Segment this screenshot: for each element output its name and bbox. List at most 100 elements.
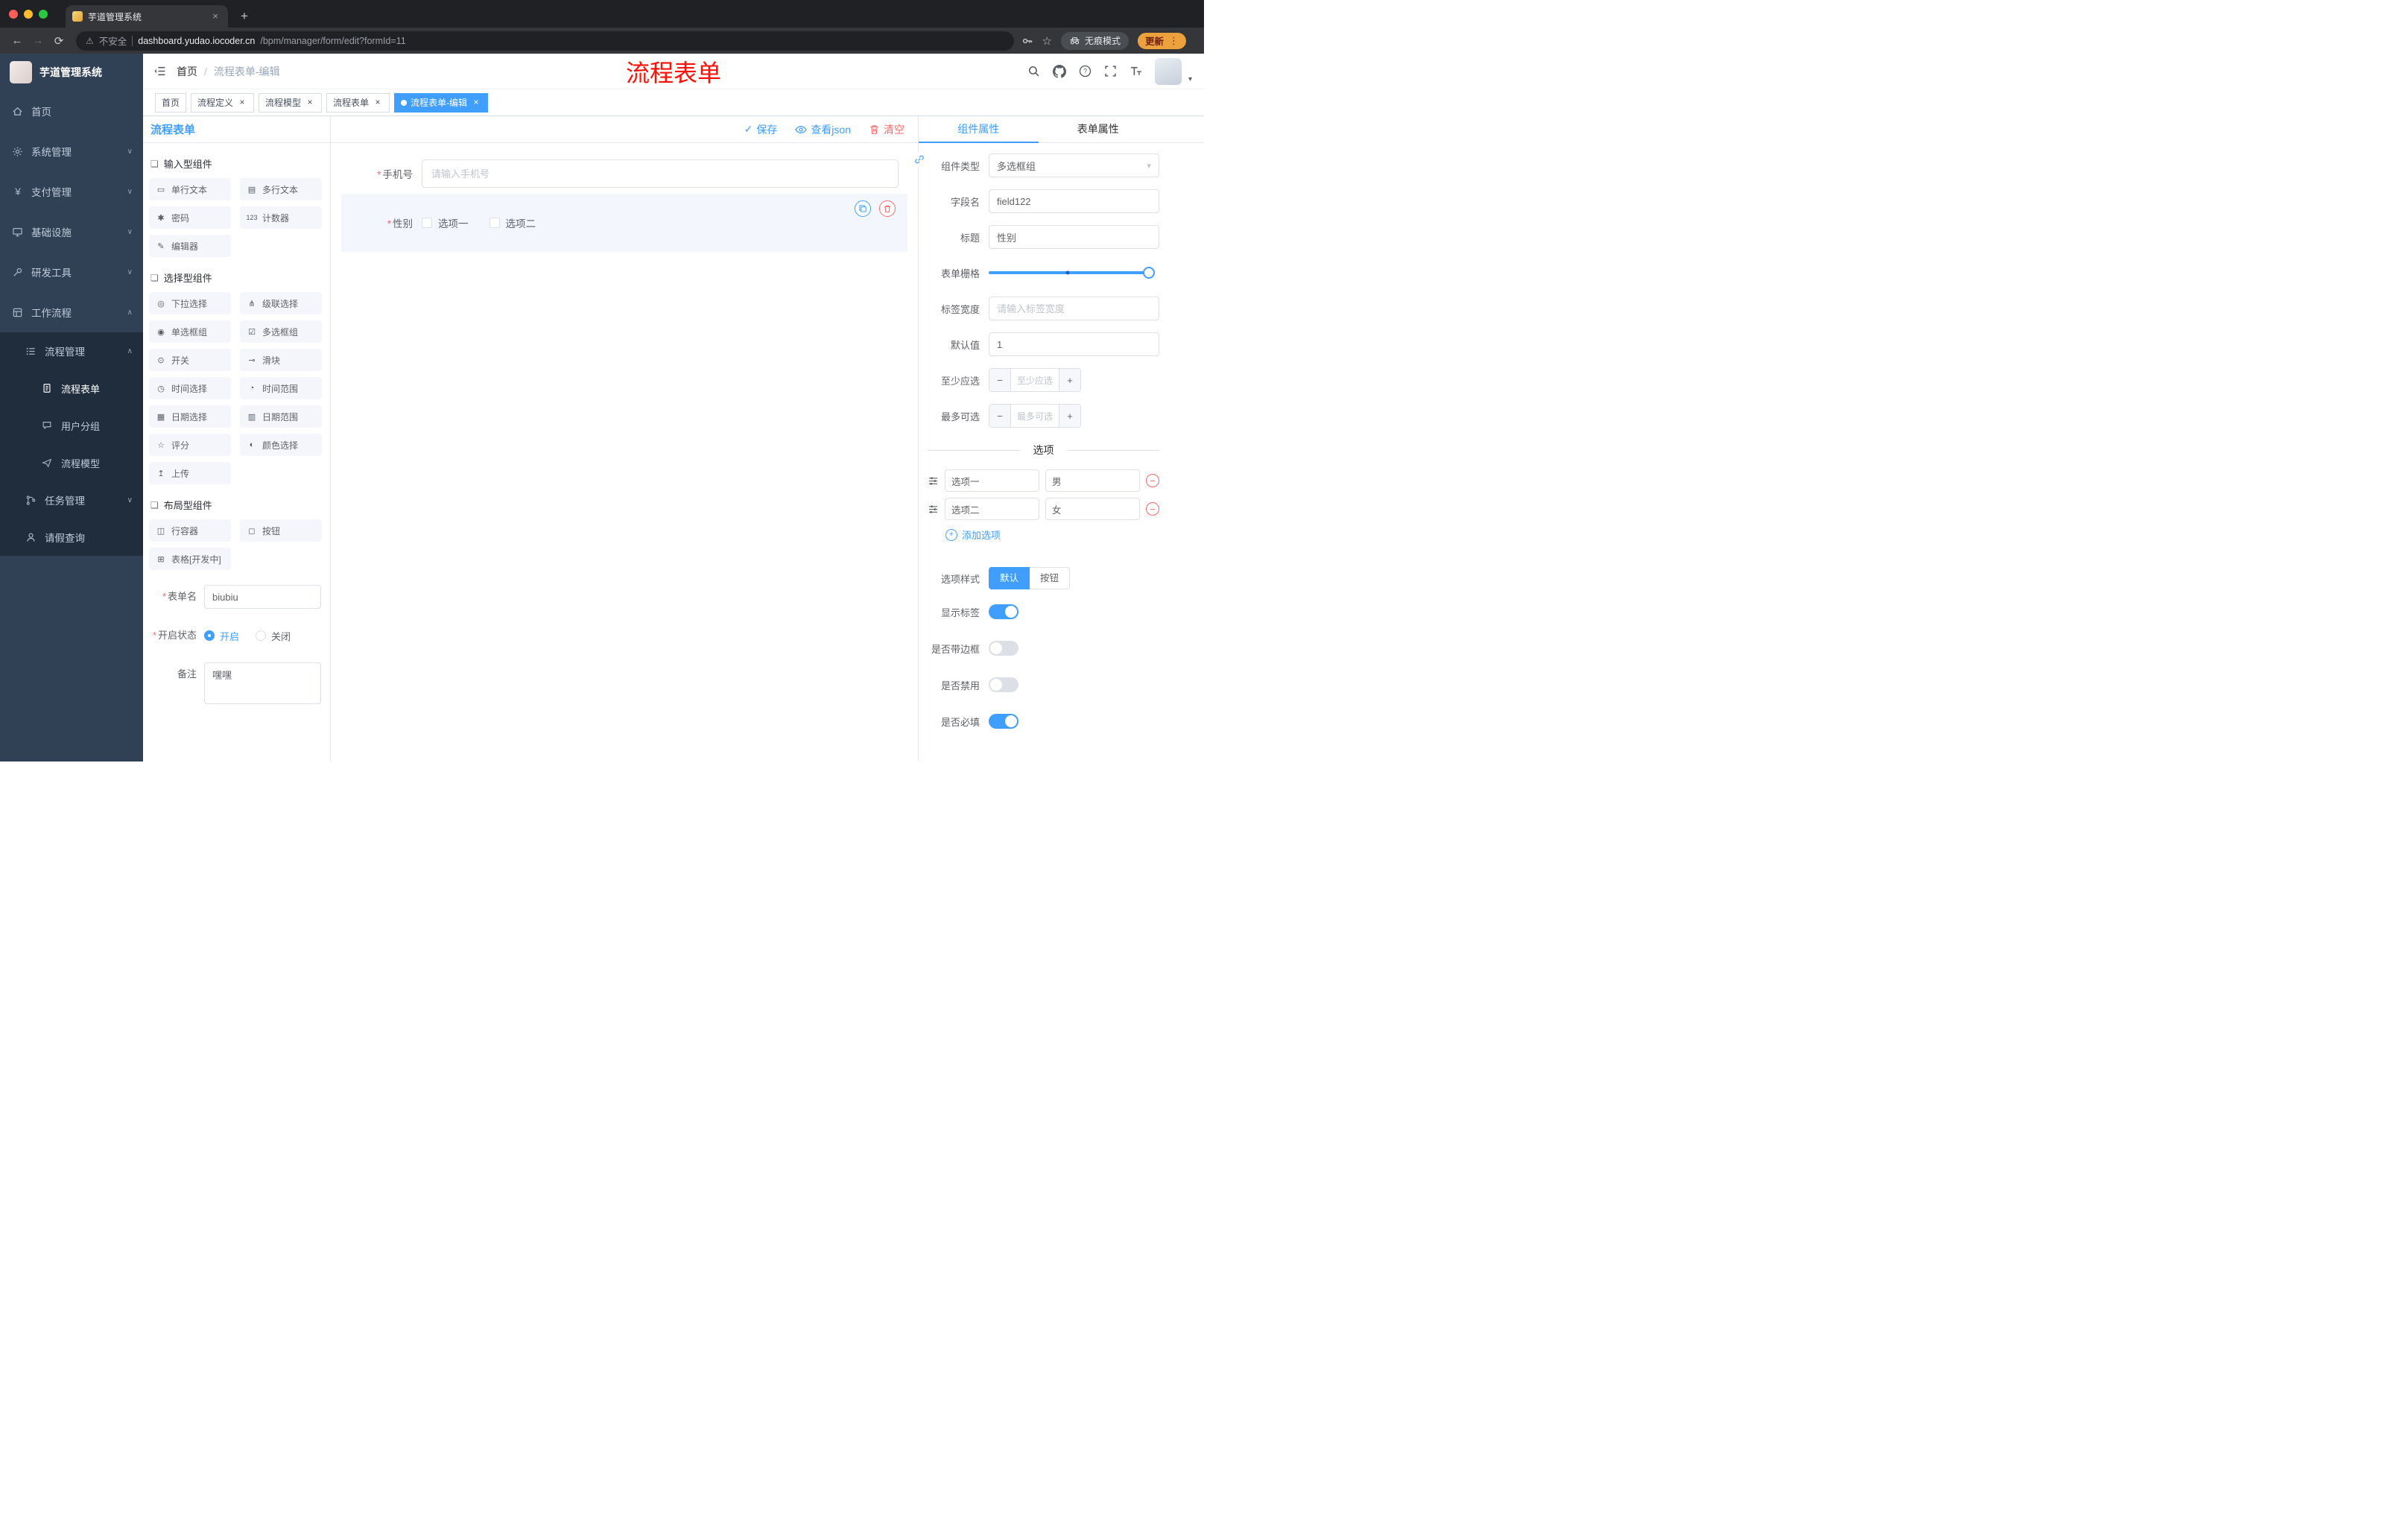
component-switch[interactable]: ⊙ 开关 (149, 349, 231, 371)
option-2-value-input[interactable] (1045, 498, 1140, 520)
sidebar-item-devtools[interactable]: 研发工具 ∨ (0, 252, 143, 292)
close-icon[interactable]: × (305, 97, 315, 108)
component-editor[interactable]: ✎ 编辑器 (149, 235, 231, 257)
close-icon[interactable]: × (373, 97, 383, 108)
drag-handle-icon[interactable] (928, 475, 939, 487)
field-phone-input[interactable] (422, 159, 899, 188)
component-multi-line-text[interactable]: ▤ 多行文本 (240, 178, 322, 200)
component-checkbox-group[interactable]: ☑ 多选框组 (240, 320, 322, 343)
component-upload[interactable]: ↥ 上传 (149, 462, 231, 484)
clear-button[interactable]: 清空 (869, 122, 904, 137)
option-style-button-button[interactable]: 按钮 (1030, 567, 1071, 589)
link-icon[interactable] (912, 152, 927, 167)
disabled-switch[interactable] (989, 677, 1018, 692)
sidebar-item-workflow[interactable]: 工作流程 ∧ (0, 292, 143, 332)
gender-option-1-checkbox[interactable]: 选项一 (422, 215, 469, 230)
breadcrumb-home[interactable]: 首页 (177, 64, 197, 79)
help-icon[interactable]: ? (1079, 65, 1091, 77)
not-secure-warning-icon[interactable]: ⚠ (86, 36, 94, 46)
sidebar-item-system[interactable]: 系统管理 ∨ (0, 131, 143, 171)
tag-process-form-edit[interactable]: 流程表单-编辑 × (394, 92, 489, 113)
status-on-radio[interactable]: 开启 (204, 629, 239, 643)
browser-menu-icon[interactable]: ⋮ (1169, 35, 1179, 47)
delete-field-button[interactable] (879, 200, 896, 217)
add-option-button[interactable]: + 添加选项 (945, 528, 1159, 542)
sidebar-item-process-form[interactable]: 流程表单 (0, 370, 143, 407)
sidebar-item-process-management[interactable]: 流程管理 ∧ (0, 332, 143, 370)
fullscreen-icon[interactable] (1104, 65, 1117, 77)
sidebar-item-payment[interactable]: ¥ 支付管理 ∨ (0, 171, 143, 212)
close-window-button[interactable] (9, 9, 18, 19)
component-single-line-text[interactable]: ▭ 单行文本 (149, 178, 231, 200)
component-rate[interactable]: ☆ 评分 (149, 434, 231, 456)
required-switch[interactable] (989, 714, 1018, 729)
field-gender[interactable]: * 性别 选项一 选项二 (341, 194, 907, 252)
show-label-switch[interactable] (989, 604, 1018, 619)
option-1-value-input[interactable] (1045, 469, 1140, 492)
component-time-picker[interactable]: ◷ 时间选择 (149, 377, 231, 399)
font-size-icon[interactable] (1129, 65, 1142, 77)
bookmark-star-icon[interactable]: ☆ (1042, 34, 1052, 48)
status-off-radio[interactable]: 关闭 (256, 629, 291, 643)
component-table[interactable]: ⊞ 表格[开发中] (149, 548, 231, 570)
component-slider[interactable]: ⊸ 滑块 (240, 349, 322, 371)
tag-process-model[interactable]: 流程模型 × (259, 92, 323, 113)
form-name-input[interactable] (204, 585, 321, 609)
user-avatar[interactable] (1154, 57, 1182, 85)
gender-option-2-checkbox[interactable]: 选项二 (489, 215, 536, 230)
sidebar-item-user-group[interactable]: 用户分组 (0, 407, 143, 444)
save-button[interactable]: ✓ 保存 (744, 122, 778, 137)
reload-icon[interactable]: ⟳ (49, 34, 69, 48)
minus-icon[interactable]: − (989, 405, 1011, 427)
with-border-switch[interactable] (989, 641, 1018, 656)
component-select[interactable]: ◎ 下拉选择 (149, 292, 231, 314)
address-bar[interactable]: ⚠ 不安全 dashboard.yudao.iocoder.cn/bpm/man… (76, 31, 1014, 51)
default-value-input[interactable] (989, 332, 1159, 356)
new-tab-button[interactable]: + (235, 9, 253, 24)
avatar-caret-icon[interactable]: ▾ (1188, 75, 1192, 85)
label-width-input[interactable] (989, 297, 1159, 320)
option-2-label-input[interactable] (945, 498, 1039, 520)
title-input[interactable] (989, 225, 1159, 249)
copy-field-button[interactable] (855, 200, 871, 217)
remove-option-icon[interactable]: − (1146, 474, 1159, 487)
tab-component-props[interactable]: 组件属性 (919, 116, 1039, 143)
github-icon[interactable] (1052, 64, 1066, 78)
sidebar-item-infra[interactable]: 基础设施 ∨ (0, 212, 143, 252)
back-icon[interactable]: ← (7, 34, 27, 47)
component-button[interactable]: ◻ 按钮 (240, 519, 322, 542)
search-icon[interactable] (1027, 65, 1040, 77)
update-button[interactable]: 更新 ⋮ (1137, 32, 1186, 49)
tab-form-props[interactable]: 表单属性 (1039, 116, 1159, 143)
min-select-input[interactable]: 至少应选 (1011, 369, 1059, 391)
forward-icon[interactable]: → (28, 34, 48, 47)
field-phone[interactable]: * 手机号 (341, 159, 907, 188)
plus-icon[interactable]: + (1059, 369, 1080, 391)
component-date-range[interactable]: ▥ 日期范围 (240, 405, 322, 428)
option-1-label-input[interactable] (945, 469, 1039, 492)
component-radio-group[interactable]: ◉ 单选框组 (149, 320, 231, 343)
view-json-button[interactable]: 查看json (795, 122, 851, 137)
component-time-range[interactable]: ◔ 时间范围 (240, 377, 322, 399)
option-style-default-button[interactable]: 默认 (989, 567, 1030, 589)
tab-close-icon[interactable]: × (209, 10, 221, 22)
drag-handle-icon[interactable] (928, 504, 939, 515)
browser-tab[interactable]: 芋道管理系统 × (66, 5, 228, 28)
sidebar-item-task-management[interactable]: 任务管理 ∨ (0, 481, 143, 519)
sidebar-item-home[interactable]: 首页 (0, 91, 143, 131)
remove-option-icon[interactable]: − (1146, 502, 1159, 516)
component-counter[interactable]: 123 计数器 (240, 206, 322, 229)
slider-handle[interactable] (1143, 267, 1155, 279)
max-select-input[interactable]: 最多可选 (1011, 405, 1059, 427)
component-row-container[interactable]: ◫ 行容器 (149, 519, 231, 542)
close-icon[interactable]: × (237, 97, 247, 108)
component-color-picker[interactable]: ◐ 颜色选择 (240, 434, 322, 456)
tag-process-definition[interactable]: 流程定义 × (191, 92, 255, 113)
component-type-select[interactable]: 多选框组 ▾ (989, 153, 1159, 177)
close-icon[interactable]: × (471, 97, 481, 108)
maximize-window-button[interactable] (39, 9, 48, 19)
tag-home[interactable]: 首页 (155, 92, 187, 113)
form-remark-textarea[interactable]: 嘿嘿 (204, 662, 321, 704)
form-grid-slider[interactable] (989, 267, 1155, 279)
plus-icon[interactable]: + (1059, 405, 1080, 427)
